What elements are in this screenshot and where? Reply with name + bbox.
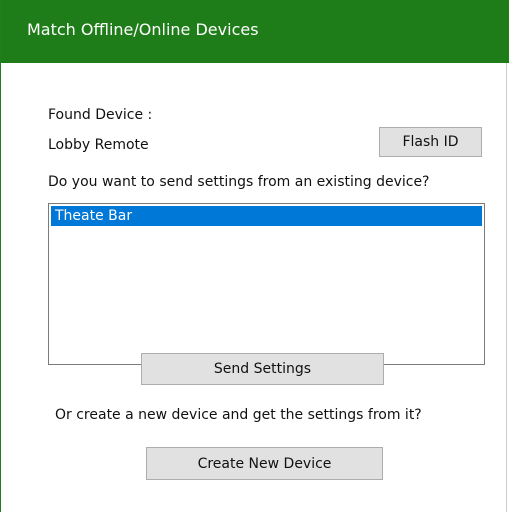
device-name-label: Lobby Remote [48, 137, 149, 153]
found-device-label: Found Device : [48, 107, 153, 123]
existing-device-question: Do you want to send settings from an exi… [48, 174, 430, 190]
dialog-title: Match Offline/Online Devices [27, 20, 259, 39]
list-item[interactable]: Theate Bar [51, 206, 482, 226]
title-bar[interactable]: Match Offline/Online Devices [1, 0, 509, 63]
flash-id-button[interactable]: Flash ID [379, 127, 482, 157]
create-new-device-button[interactable]: Create New Device [146, 447, 383, 480]
dialog-content: Found Device : Lobby Remote Flash ID Do … [1, 63, 508, 512]
new-device-question: Or create a new device and get the setti… [55, 407, 422, 423]
existing-devices-list[interactable]: Theate Bar [48, 203, 485, 365]
match-devices-dialog: Match Offline/Online Devices Found Devic… [0, 0, 509, 512]
send-settings-button[interactable]: Send Settings [141, 353, 384, 385]
